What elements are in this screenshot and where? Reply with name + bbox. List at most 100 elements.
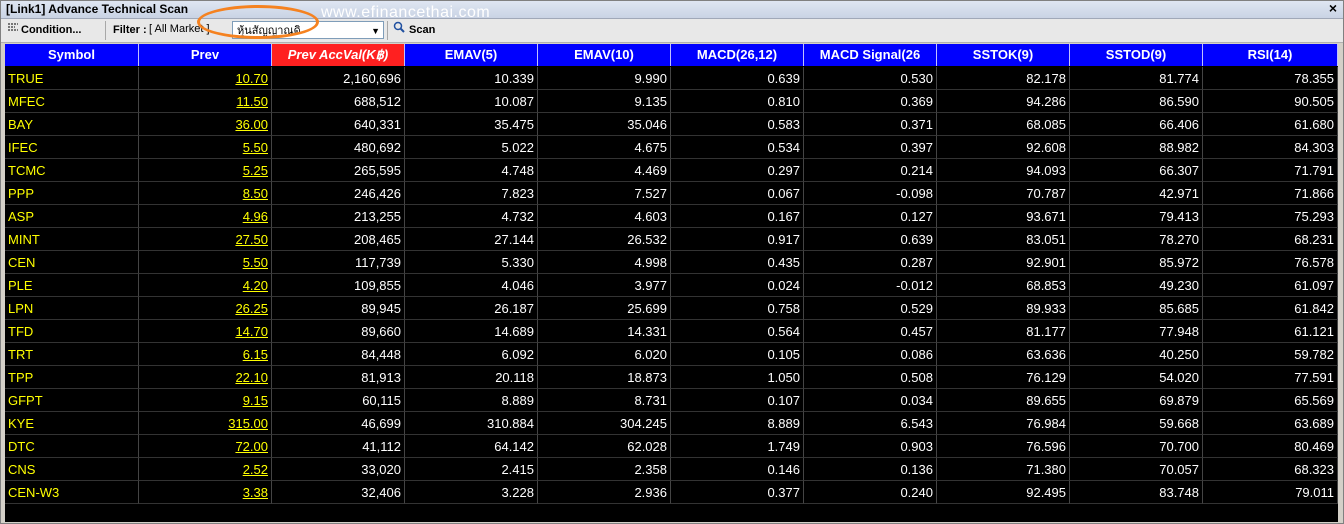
row-prev-link[interactable]: 36.00 [139, 113, 272, 136]
row-value-cell: 26.532 [538, 228, 671, 251]
column-header-8[interactable]: SSTOD(9) [1070, 44, 1203, 66]
row-prev-link[interactable]: 315.00 [139, 412, 272, 435]
row-value-cell: 4.748 [405, 159, 538, 182]
row-value-cell: 76.578 [1203, 251, 1338, 274]
row-prev-link[interactable]: 27.50 [139, 228, 272, 251]
row-prev-link[interactable]: 6.15 [139, 343, 272, 366]
row-value-cell: 5.330 [405, 251, 538, 274]
condition-button[interactable]: Condition... [7, 21, 81, 40]
row-value-cell: 89.933 [937, 297, 1070, 320]
row-prev-link[interactable]: 4.20 [139, 274, 272, 297]
row-prev-link[interactable]: 10.70 [139, 67, 272, 90]
column-header-1[interactable]: Prev [139, 44, 272, 66]
row-value-cell: 4.603 [538, 205, 671, 228]
row-symbol-cell: DTC [5, 435, 139, 458]
column-header-4[interactable]: EMAV(10) [538, 44, 671, 66]
filter-label: Filter : [113, 24, 147, 36]
row-prev-link[interactable]: 4.96 [139, 205, 272, 228]
row-value-cell: 6.092 [405, 343, 538, 366]
row-value-cell: 8.731 [538, 389, 671, 412]
row-value-cell: 68.231 [1203, 228, 1338, 251]
row-value-cell: 117,739 [272, 251, 405, 274]
row-value-cell: 83.051 [937, 228, 1070, 251]
row-value-cell: 71.791 [1203, 159, 1338, 182]
row-prev-link[interactable]: 26.25 [139, 297, 272, 320]
row-value-cell: 109,855 [272, 274, 405, 297]
row-value-cell: 0.287 [804, 251, 937, 274]
row-value-cell: -0.012 [804, 274, 937, 297]
row-prev-link[interactable]: 22.10 [139, 366, 272, 389]
row-value-cell: 3.977 [538, 274, 671, 297]
row-value-cell: 27.144 [405, 228, 538, 251]
row-value-cell: 20.118 [405, 366, 538, 389]
row-symbol-cell: ASP [5, 205, 139, 228]
column-header-5[interactable]: MACD(26,12) [671, 44, 804, 66]
row-prev-link[interactable]: 11.50 [139, 90, 272, 113]
row-value-cell: 79.011 [1203, 481, 1338, 504]
row-value-cell: 265,595 [272, 159, 405, 182]
row-value-cell: 63.636 [937, 343, 1070, 366]
column-header-0[interactable]: Symbol [5, 44, 139, 66]
column-header-6[interactable]: MACD Signal(26 [804, 44, 937, 66]
row-value-cell: 83.748 [1070, 481, 1203, 504]
row-symbol-cell: PPP [5, 182, 139, 205]
row-value-cell: 4.998 [538, 251, 671, 274]
row-symbol-cell: CNS [5, 458, 139, 481]
row-value-cell: 61.097 [1203, 274, 1338, 297]
row-value-cell: 81.177 [937, 320, 1070, 343]
app-window: [Link1] Advance Technical Scan × www.efi… [0, 0, 1344, 524]
column-header-7[interactable]: SSTOK(9) [937, 44, 1070, 66]
row-value-cell: -0.098 [804, 182, 937, 205]
row-value-cell: 0.534 [671, 136, 804, 159]
row-value-cell: 81.774 [1070, 67, 1203, 90]
row-value-cell: 2.358 [538, 458, 671, 481]
row-value-cell: 14.689 [405, 320, 538, 343]
row-prev-link[interactable]: 5.25 [139, 159, 272, 182]
row-value-cell: 78.355 [1203, 67, 1338, 90]
row-value-cell: 70.700 [1070, 435, 1203, 458]
chevron-down-icon: ▼ [371, 26, 380, 36]
scan-button[interactable]: Scan [393, 21, 435, 40]
row-symbol-cell: CEN [5, 251, 139, 274]
row-prev-link[interactable]: 5.50 [139, 136, 272, 159]
row-value-cell: 85.685 [1070, 297, 1203, 320]
row-value-cell: 2,160,696 [272, 67, 405, 90]
row-value-cell: 0.639 [671, 67, 804, 90]
row-value-cell: 9.135 [538, 90, 671, 113]
row-value-cell: 84,448 [272, 343, 405, 366]
row-value-cell: 61.121 [1203, 320, 1338, 343]
row-value-cell: 7.527 [538, 182, 671, 205]
row-prev-link[interactable]: 8.50 [139, 182, 272, 205]
row-value-cell: 0.583 [671, 113, 804, 136]
row-value-cell: 85.972 [1070, 251, 1203, 274]
row-value-cell: 0.369 [804, 90, 937, 113]
column-header-sorted[interactable]: Prev AccVal(K฿) [272, 44, 405, 66]
row-value-cell: 10.339 [405, 67, 538, 90]
row-value-cell: 0.758 [671, 297, 804, 320]
row-prev-link[interactable]: 2.52 [139, 458, 272, 481]
row-value-cell: 71.866 [1203, 182, 1338, 205]
row-symbol-cell: TCMC [5, 159, 139, 182]
column-header-9[interactable]: RSI(14) [1203, 44, 1338, 66]
row-value-cell: 94.093 [937, 159, 1070, 182]
row-value-cell: 5.022 [405, 136, 538, 159]
row-symbol-cell: PLE [5, 274, 139, 297]
row-prev-link[interactable]: 5.50 [139, 251, 272, 274]
row-value-cell: 84.303 [1203, 136, 1338, 159]
row-prev-link[interactable]: 14.70 [139, 320, 272, 343]
close-icon[interactable]: × [1329, 0, 1337, 16]
row-value-cell: 4.046 [405, 274, 538, 297]
row-prev-link[interactable]: 72.00 [139, 435, 272, 458]
row-value-cell: 68.853 [937, 274, 1070, 297]
row-prev-link[interactable]: 3.38 [139, 481, 272, 504]
row-value-cell: 0.371 [804, 113, 937, 136]
row-value-cell: 93.671 [937, 205, 1070, 228]
row-value-cell: 4.675 [538, 136, 671, 159]
row-value-cell: 0.529 [804, 297, 937, 320]
column-header-3[interactable]: EMAV(5) [405, 44, 538, 66]
row-value-cell: 0.105 [671, 343, 804, 366]
row-value-cell: 89,660 [272, 320, 405, 343]
row-symbol-cell: KYE [5, 412, 139, 435]
row-prev-link[interactable]: 9.15 [139, 389, 272, 412]
row-value-cell: 71.380 [937, 458, 1070, 481]
